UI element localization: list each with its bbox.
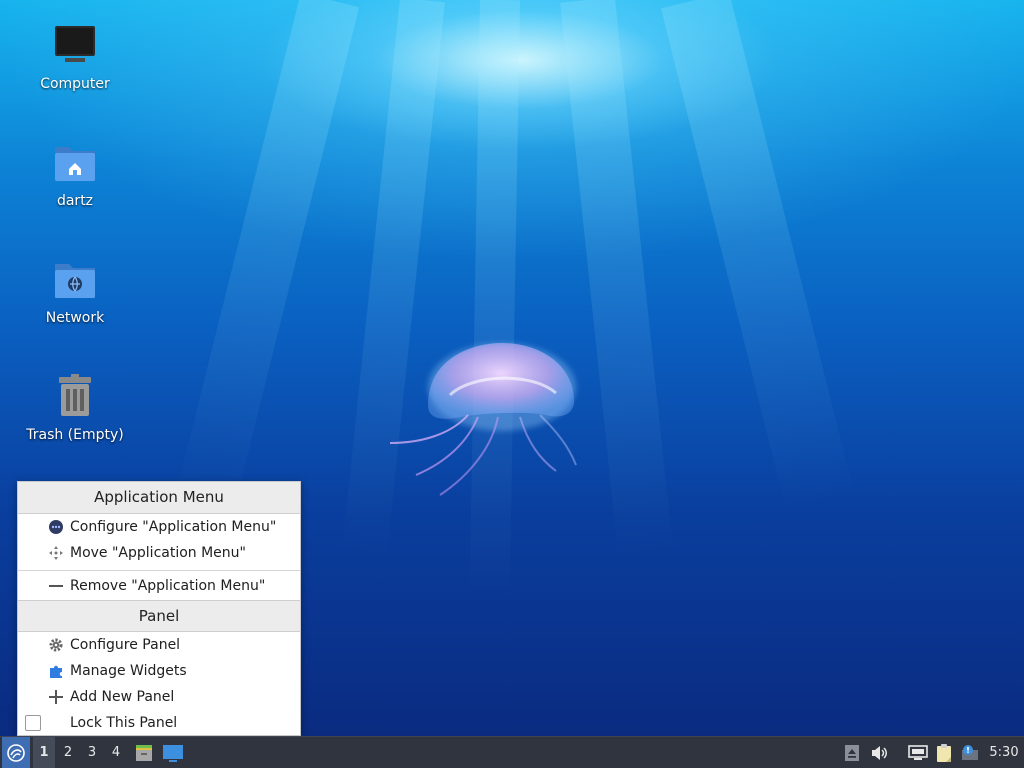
desktop-icon-network[interactable]: Network (20, 256, 130, 326)
workspace-4[interactable]: 4 (105, 737, 127, 768)
menu-item-remove-application-menu[interactable]: Remove "Application Menu" (18, 573, 300, 599)
move-icon (48, 545, 64, 561)
removable-media-tray[interactable] (842, 737, 862, 768)
light-ray (661, 0, 855, 514)
menu-item-lock-this-panel[interactable]: Lock This Panel (18, 710, 300, 736)
desktop-icon-label: dartz (56, 193, 94, 209)
panel-context-menu: Application Menu Configure "Application … (17, 481, 301, 736)
file-manager-icon (136, 744, 152, 761)
menu-item-label: Remove "Application Menu" (70, 578, 266, 594)
file-manager-launcher[interactable] (133, 737, 155, 768)
desktop-icon-computer[interactable]: Computer (20, 22, 130, 92)
desktop-icon-trash[interactable]: Trash (Empty) (20, 373, 130, 443)
network-folder-icon (55, 264, 95, 298)
menu-item-label: Lock This Panel (70, 715, 178, 731)
volume-control[interactable] (869, 737, 891, 768)
desktop-icon (163, 744, 183, 762)
remove-icon (48, 578, 64, 594)
menu-item-label: Configure Panel (70, 637, 181, 653)
menu-item-add-new-panel[interactable]: Add New Panel (18, 684, 300, 710)
menu-item-move-application-menu[interactable]: Move "Application Menu" (18, 540, 300, 566)
gear-icon (48, 637, 64, 653)
menu-item-label: Manage Widgets (70, 663, 187, 679)
desktop-icon-label: Trash (Empty) (26, 427, 124, 443)
taskbar: 1 2 3 4 5:30 (0, 736, 1024, 768)
desktop-icon-home[interactable]: dartz (20, 139, 130, 209)
menu-section-title-panel: Panel (18, 600, 300, 632)
menu-item-label: Configure "Application Menu" (70, 519, 277, 535)
menu-item-configure-application-menu[interactable]: Configure "Application Menu" (18, 514, 300, 540)
workspace-3[interactable]: 3 (81, 737, 103, 768)
clock[interactable]: 5:30 (986, 737, 1022, 768)
menu-separator (18, 570, 300, 571)
clipboard-tray[interactable] (933, 737, 955, 768)
menu-section-title-application-menu: Application Menu (18, 482, 300, 514)
computer-icon (55, 26, 95, 62)
speaker-icon (872, 745, 887, 760)
home-folder-icon (55, 147, 95, 181)
menu-item-label: Add New Panel (70, 689, 175, 705)
workspace-2[interactable]: 2 (57, 737, 79, 768)
menu-item-manage-widgets[interactable]: Manage Widgets (18, 658, 300, 684)
eject-icon (845, 744, 859, 761)
desktop-icon-label: Computer (40, 76, 110, 92)
configure-icon (48, 519, 64, 535)
desktop-icon-label: Network (45, 310, 105, 326)
workspace-1[interactable]: 1 (33, 737, 55, 768)
network-wired-icon (908, 744, 928, 760)
jellyfish-image (389, 343, 577, 496)
lock-panel-checkbox[interactable] (25, 715, 41, 731)
trash-icon (59, 374, 91, 416)
light-ray (469, 0, 520, 601)
show-desktop-button[interactable] (161, 737, 185, 768)
update-notifier-tray[interactable] (959, 737, 981, 768)
menu-item-configure-panel[interactable]: Configure Panel (18, 632, 300, 658)
puzzle-icon (48, 663, 64, 679)
light-ray (175, 0, 360, 512)
lubuntu-logo-icon (7, 743, 25, 762)
plus-icon (48, 689, 64, 705)
menu-item-label: Move "Application Menu" (70, 545, 246, 561)
application-menu-button[interactable] (2, 737, 30, 768)
clipboard-icon (937, 743, 951, 762)
update-notification-icon (962, 744, 978, 760)
network-tray[interactable] (906, 737, 930, 768)
